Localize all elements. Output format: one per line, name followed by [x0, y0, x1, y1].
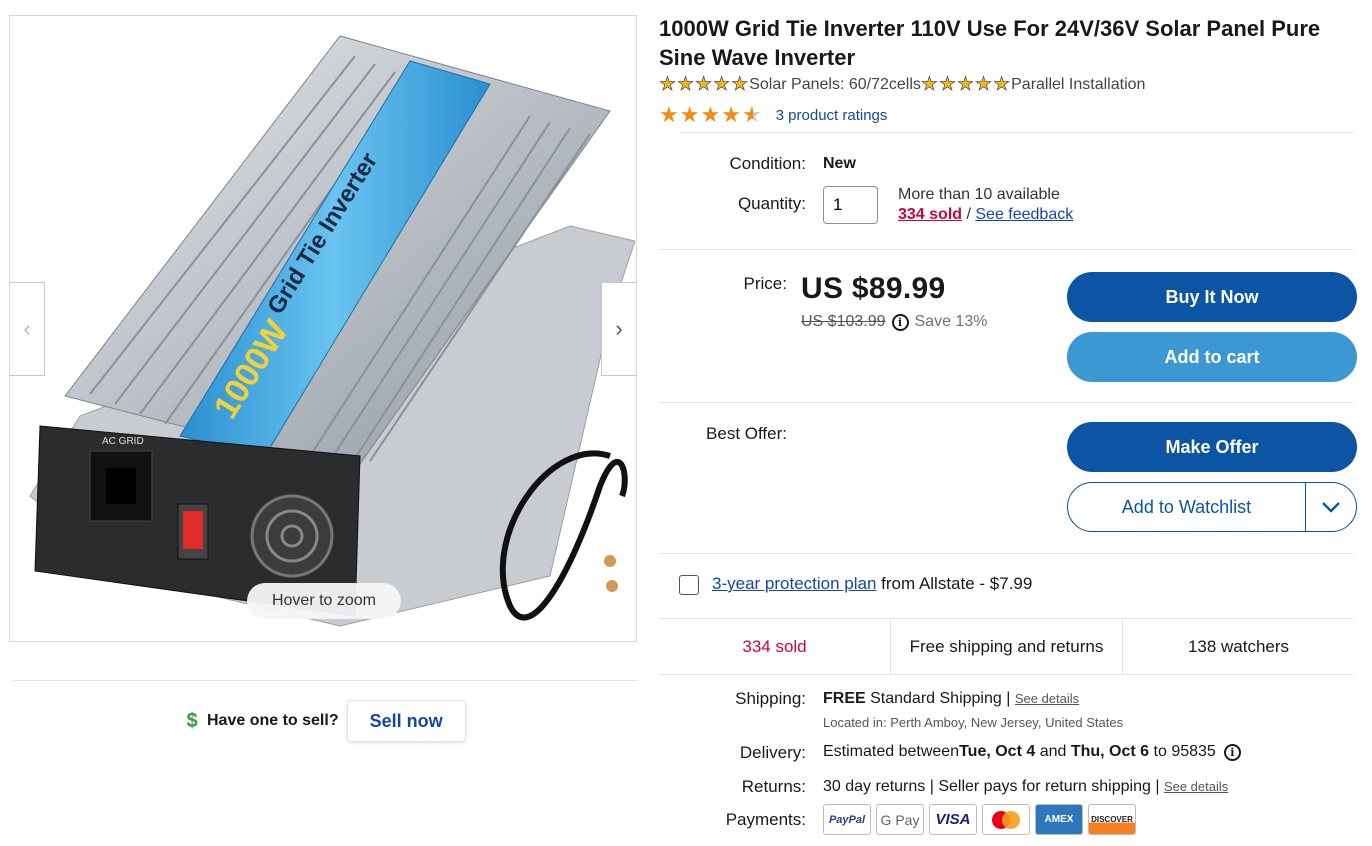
feature-stars-icon: ★ ★ ★ ★ ★ [659, 74, 749, 95]
feature-highlights: ★ ★ ★ ★ ★ Solar Panels: 60/72cells ★ ★ ★ ★ ★ Par… [659, 74, 1146, 95]
quantity-label: Quantity: [737, 194, 806, 213]
divider [659, 402, 1354, 403]
quantity-input[interactable] [823, 186, 878, 224]
was-price: US $103.99 [801, 313, 886, 330]
buy-it-now-button[interactable]: Buy It Now [1067, 272, 1357, 322]
condition-label: Condition: [729, 154, 806, 173]
svg-text:AC GRID: AC GRID [102, 436, 144, 447]
sold-count-link[interactable]: 334 sold [898, 206, 962, 223]
current-price: US $89.99 [801, 272, 946, 305]
shipping-method: Standard Shipping | [865, 690, 1015, 707]
protection-plan-link[interactable]: 3-year protection plan [712, 574, 876, 593]
next-image-button[interactable]: › [601, 282, 636, 376]
see-feedback-link[interactable]: See feedback [975, 206, 1073, 223]
divider [659, 553, 1354, 554]
product-image[interactable]: 1000W Grid Tie Inverter AC GRID [10, 16, 636, 641]
returns-label: Returns: [741, 777, 806, 796]
discover-icon: DISCOVER [1088, 804, 1136, 835]
info-icon[interactable]: i [891, 313, 909, 331]
paypal-icon: PayPal [823, 804, 871, 835]
protection-plan-text: 3-year protection plan from Allstate - $… [712, 574, 1032, 594]
free-shipping: FREE [823, 690, 866, 707]
payment-methods: PayPal G Pay VISA AMEX DISCOVER [823, 804, 1136, 835]
stats-bar: 334 sold Free shipping and returns 138 w… [659, 618, 1354, 675]
sold-count-stat: 334 sold [742, 636, 807, 656]
best-offer-label: Best Offer: [706, 424, 787, 443]
amex-icon: AMEX [1035, 804, 1083, 835]
google-pay-icon: G Pay [876, 804, 924, 835]
feature-stars-icon: ★ ★ ★ ★ ★ [920, 74, 1011, 95]
sell-question: Have one to sell? [207, 712, 339, 729]
product-title: 1000W Grid Tie Inverter 110V Use For 24V… [659, 16, 1321, 70]
availability-info: More than 10 available 334 sold / See fe… [898, 185, 1073, 225]
watchlist-label: Add to Watchlist [1121, 496, 1252, 517]
image-gallery[interactable]: 1000W Grid Tie Inverter AC GRID ‹ › Hove… [9, 15, 637, 642]
add-to-cart-button[interactable]: Add to cart [1067, 332, 1357, 382]
sell-now-button[interactable]: Sell now [346, 700, 466, 742]
returns-text: 30 day returns | Seller pays for return … [823, 778, 1164, 795]
shipping-label: Shipping: [735, 689, 806, 708]
shipping-details-link[interactable]: See details [1015, 691, 1079, 706]
rating-row: ★ ★ ★ ★ ★ 3 product ratings [659, 104, 887, 126]
returns-info: 30 day returns | Seller pays for return … [823, 778, 1228, 796]
available-text: More than 10 available [898, 186, 1060, 203]
rating-stars-icon: ★ ★ ★ ★ ★ [659, 102, 762, 127]
protection-plan-checkbox[interactable] [679, 575, 699, 595]
make-offer-button[interactable]: Make Offer [1067, 422, 1357, 472]
condition-value: New [823, 155, 856, 172]
delivery-label: Delivery: [739, 743, 806, 762]
was-price-row: US $103.99 i Save 13% [801, 313, 987, 331]
payments-label: Payments: [725, 810, 806, 829]
chevron-left-icon: ‹ [23, 316, 31, 341]
delivery-and: and [1035, 743, 1071, 760]
hover-to-zoom-hint: Hover to zoom [247, 583, 401, 619]
returns-details-link[interactable]: See details [1164, 779, 1228, 794]
savings: Save 13% [914, 313, 988, 330]
watchers-stat: 138 watchers [1122, 619, 1354, 674]
shipping-info: FREE Standard Shipping | See details [823, 690, 1079, 708]
add-to-watchlist-button[interactable]: Add to Watchlist [1067, 482, 1357, 532]
product-ratings-link[interactable]: 3 product ratings [776, 107, 888, 124]
sell-one-row: $ Have one to sell? Sell now [185, 700, 466, 742]
divider [659, 249, 1354, 250]
divider [679, 132, 1354, 133]
feature-text: Parallel Installation [1011, 76, 1146, 93]
shipping-stat: Free shipping and returns [890, 619, 1122, 674]
delivery-prefix: Estimated between [823, 743, 960, 760]
price-label: Price: [743, 274, 787, 293]
delivery-start: Tue, Oct 4 [959, 743, 1036, 760]
item-location: Located in: Perth Amboy, New Jersey, Uni… [823, 715, 1124, 730]
mastercard-icon [982, 804, 1030, 835]
chevron-down-icon[interactable] [1306, 501, 1356, 513]
previous-image-button[interactable]: ‹ [10, 282, 45, 376]
visa-icon: VISA [929, 804, 977, 835]
dollar-icon: $ [186, 709, 198, 732]
info-icon[interactable]: i [1223, 743, 1241, 761]
delivery-zip: to 95835 [1149, 743, 1216, 760]
protection-plan-price: from Allstate - $7.99 [876, 574, 1033, 593]
divider [12, 680, 638, 681]
feature-text: Solar Panels: 60/72cells [749, 76, 921, 93]
chevron-right-icon: › [615, 316, 623, 341]
separator: / [962, 206, 976, 223]
delivery-info: Estimated between Tue, Oct 4 and Thu, Oc… [823, 743, 1247, 761]
delivery-end: Thu, Oct 6 [1070, 743, 1150, 760]
